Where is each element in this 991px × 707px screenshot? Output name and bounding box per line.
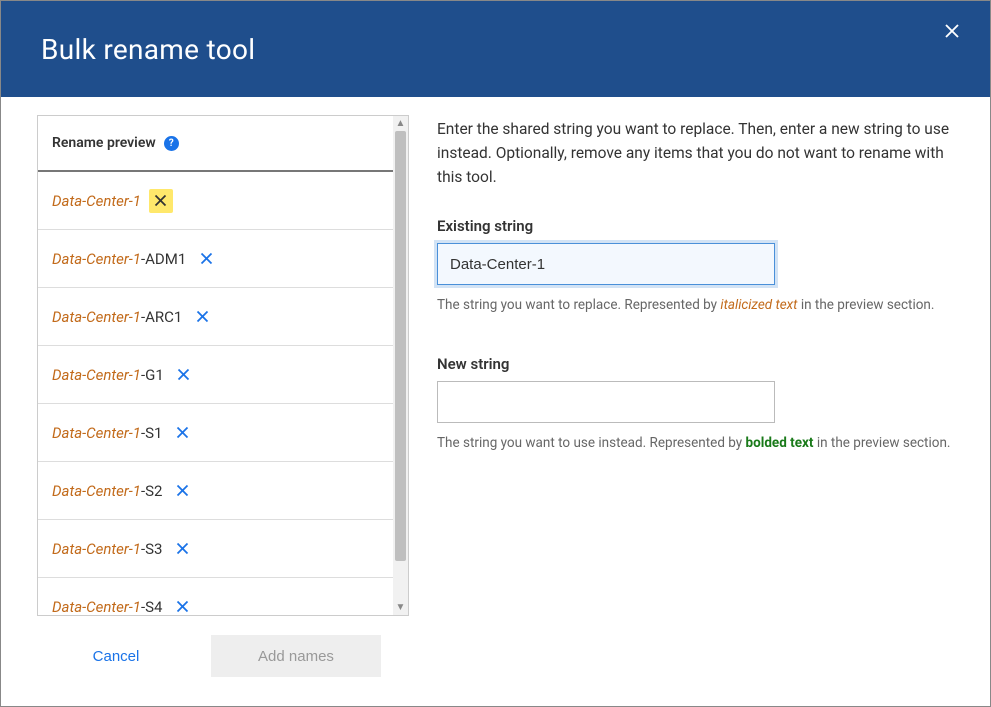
preview-item-suffix: -S2: [141, 482, 162, 500]
help-icon[interactable]: ?: [164, 136, 179, 151]
form-column: Enter the shared string you want to repl…: [437, 115, 954, 616]
existing-string-label: Existing string: [437, 217, 954, 235]
preview-item-name: Data-Center-1-S2: [52, 482, 162, 500]
preview-item: Data-Center-1-S4: [38, 578, 393, 615]
preview-item-name: Data-Center-1-S3: [52, 540, 162, 558]
preview-inner: Rename preview ? Data-Center-1Data-Cente…: [38, 116, 393, 615]
bolded-text-label: bolded text: [746, 435, 814, 451]
scrollbar-thumb[interactable]: [395, 131, 406, 561]
preview-item: Data-Center-1-ADM1: [38, 230, 393, 288]
preview-item: Data-Center-1-G1: [38, 346, 393, 404]
new-help-suffix: in the preview section.: [813, 435, 950, 451]
remove-item-button[interactable]: [172, 363, 196, 387]
preview-item-suffix: -S4: [141, 598, 162, 616]
new-help-prefix: The string you want to use instead. Repr…: [437, 435, 746, 451]
preview-item-match: Data-Center-1: [52, 192, 141, 210]
preview-item-match: Data-Center-1: [52, 482, 141, 500]
preview-item-match: Data-Center-1: [52, 598, 141, 616]
scrollbar-arrow-down-icon[interactable]: ▼: [393, 600, 408, 615]
preview-item: Data-Center-1-ARC1: [38, 288, 393, 346]
close-icon: [943, 22, 961, 40]
preview-item: Data-Center-1: [38, 172, 393, 230]
close-icon: [199, 251, 214, 266]
existing-help-prefix: The string you want to replace. Represen…: [437, 297, 720, 313]
preview-item-name: Data-Center-1-G1: [52, 366, 164, 384]
existing-string-input[interactable]: [437, 243, 775, 285]
preview-header: Rename preview ?: [38, 116, 393, 172]
preview-item: Data-Center-1-S3: [38, 520, 393, 578]
new-string-input[interactable]: [437, 381, 775, 423]
preview-item-suffix: -S1: [141, 424, 162, 442]
cancel-button[interactable]: Cancel: [51, 635, 181, 677]
new-string-label: New string: [437, 355, 954, 373]
existing-string-help: The string you want to replace. Represen…: [437, 297, 954, 313]
preview-item-match: Data-Center-1: [52, 308, 141, 326]
preview-heading-text: Rename preview: [52, 135, 156, 151]
preview-item-suffix: -ARC1: [141, 308, 182, 326]
preview-item-name: Data-Center-1-ADM1: [52, 250, 186, 268]
new-string-help: The string you want to use instead. Repr…: [437, 435, 954, 451]
preview-item-suffix: -ADM1: [141, 250, 186, 268]
preview-item: Data-Center-1-S2: [38, 462, 393, 520]
bulk-rename-modal: Bulk rename tool Rename preview ? Data-C…: [0, 0, 991, 707]
preview-item-match: Data-Center-1: [52, 366, 141, 384]
preview-item-name: Data-Center-1: [52, 192, 141, 210]
add-names-button[interactable]: Add names: [211, 635, 381, 677]
remove-item-button[interactable]: [170, 421, 194, 445]
remove-item-button[interactable]: [194, 247, 218, 271]
modal-footer: Cancel Add names: [1, 616, 990, 706]
close-button[interactable]: [938, 17, 966, 45]
instruction-text: Enter the shared string you want to repl…: [437, 117, 954, 189]
close-icon: [175, 483, 190, 498]
preview-item-match: Data-Center-1: [52, 540, 141, 558]
preview-item-match: Data-Center-1: [52, 424, 141, 442]
preview-item-suffix: -S3: [141, 540, 162, 558]
preview-item-name: Data-Center-1-S4: [52, 598, 162, 616]
close-icon: [195, 309, 210, 324]
preview-item-suffix: -G1: [141, 366, 164, 384]
close-icon: [175, 425, 190, 440]
existing-string-field: Existing string The string you want to r…: [437, 217, 954, 313]
remove-item-button[interactable]: [170, 595, 194, 616]
preview-item-match: Data-Center-1: [52, 250, 141, 268]
remove-item-button[interactable]: [170, 537, 194, 561]
scrollbar-arrow-up-icon[interactable]: ▲: [393, 116, 408, 131]
modal-body: Rename preview ? Data-Center-1Data-Cente…: [1, 97, 990, 616]
preview-item: Data-Center-1-S1: [38, 404, 393, 462]
remove-item-button[interactable]: [190, 305, 214, 329]
close-icon: [153, 193, 168, 208]
modal-header: Bulk rename tool: [1, 1, 990, 97]
preview-column: Rename preview ? Data-Center-1Data-Cente…: [37, 115, 409, 616]
modal-title: Bulk rename tool: [41, 33, 255, 66]
close-icon: [176, 367, 191, 382]
close-icon: [175, 541, 190, 556]
italicized-text-label: italicized text: [720, 297, 797, 313]
preview-list: Data-Center-1Data-Center-1-ADM1Data-Cent…: [38, 172, 393, 615]
remove-item-button[interactable]: [149, 189, 173, 213]
close-icon: [175, 599, 190, 614]
preview-item-name: Data-Center-1-S1: [52, 424, 162, 442]
preview-panel: Rename preview ? Data-Center-1Data-Cente…: [37, 115, 409, 616]
remove-item-button[interactable]: [170, 479, 194, 503]
preview-item-name: Data-Center-1-ARC1: [52, 308, 182, 326]
existing-help-suffix: in the preview section.: [797, 297, 934, 313]
preview-scrollbar[interactable]: ▲ ▼: [393, 116, 408, 615]
new-string-field: New string The string you want to use in…: [437, 355, 954, 451]
